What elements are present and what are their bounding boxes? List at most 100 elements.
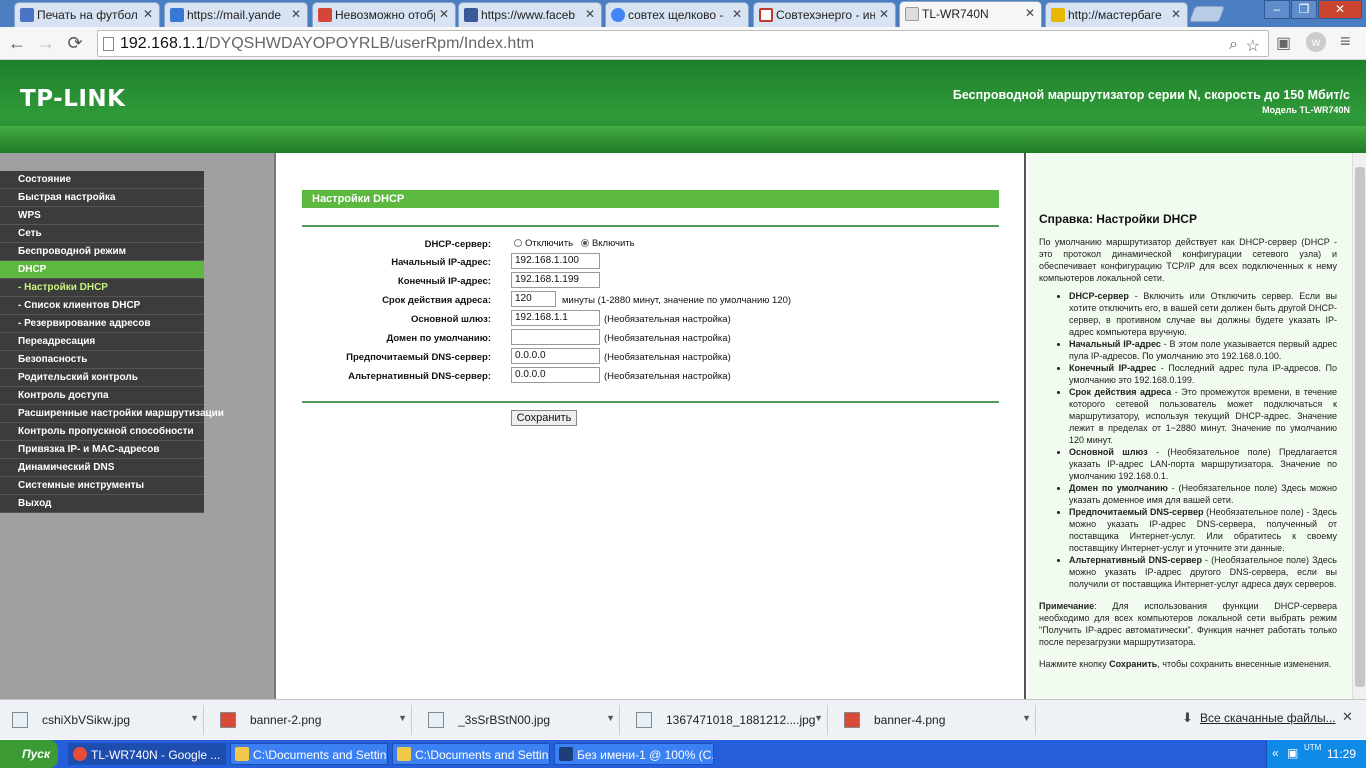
menu-item-16[interactable]: Динамический DNS xyxy=(0,459,204,477)
dns1-input[interactable]: 0.0.0.0 xyxy=(511,348,600,364)
help-item: Домен по умолчанию - (Необязательное пол… xyxy=(1069,482,1337,506)
help-item: Предпочитаемый DNS-сервер (Необязательно… xyxy=(1069,506,1337,554)
dns2-input[interactable]: 0.0.0.0 xyxy=(511,367,600,383)
radio-disable[interactable] xyxy=(514,239,522,248)
menu-item-18[interactable]: Выход xyxy=(0,495,204,513)
system-tray: « ▣ UTM 11:29 xyxy=(1266,740,1366,768)
browser-tab-8[interactable]: http://мастербаге ✕ xyxy=(1045,2,1188,27)
taskbar-item-folder-2[interactable]: C:\Documents and Settin... xyxy=(392,743,550,765)
taskbar-item-folder-1[interactable]: C:\Documents and Settin... xyxy=(230,743,388,765)
browser-tab-1[interactable]: Печать на футбол ✕ xyxy=(14,2,160,27)
menu-item-3[interactable]: Сеть xyxy=(0,225,204,243)
help-save-post: , чтобы сохранить внесенные изменения. xyxy=(1157,659,1332,669)
star-bookmark-icon[interactable]: ☆ xyxy=(1246,36,1260,56)
tab-close-icon[interactable]: ✕ xyxy=(585,7,595,21)
menu-item-2[interactable]: WPS xyxy=(0,207,204,225)
menu-item-11[interactable]: Родительский контроль xyxy=(0,369,204,387)
new-tab-button[interactable] xyxy=(1189,6,1225,22)
chevron-down-icon[interactable]: ▼ xyxy=(398,713,407,723)
tab-close-icon[interactable]: ✕ xyxy=(732,7,742,21)
reload-icon[interactable]: ⟳ xyxy=(64,32,86,54)
menu-item-10[interactable]: Безопасность xyxy=(0,351,204,369)
tab-close-icon[interactable]: ✕ xyxy=(1025,6,1035,20)
help-item: Конечный IP-адрес - Последний адрес пула… xyxy=(1069,362,1337,386)
help-list: DHCP-сервер - Включить или Отключить сер… xyxy=(1069,290,1337,590)
close-icon[interactable]: ✕ xyxy=(1342,709,1353,725)
chevron-down-icon[interactable]: ▼ xyxy=(1022,713,1031,723)
all-downloads-link[interactable]: Все скачанные файлы... xyxy=(1200,711,1336,725)
tab-favicon-icon xyxy=(759,8,773,22)
back-arrow-icon[interactable]: ← xyxy=(6,32,28,54)
help-item: Начальный IP-адрес - В этом поле указыва… xyxy=(1069,338,1337,362)
tab-close-icon[interactable]: ✕ xyxy=(291,7,301,21)
browser-tab-7-active[interactable]: TL-WR740N ✕ xyxy=(899,1,1042,27)
taskbar-item-chrome[interactable]: TL-WR740N - Google ... xyxy=(68,743,226,765)
tab-favicon-icon xyxy=(611,8,625,22)
browser-tab-4[interactable]: https://www.faceb ✕ xyxy=(458,2,602,27)
save-button[interactable]: Сохранить xyxy=(511,410,577,426)
header-stripe xyxy=(0,126,1366,153)
browser-tab-3[interactable]: Невозможно отобр ✕ xyxy=(312,2,456,27)
tab-close-icon[interactable]: ✕ xyxy=(143,7,153,21)
optional-note: (Необязательная настройка) xyxy=(604,371,731,382)
forward-arrow-icon[interactable]: → xyxy=(35,32,57,54)
tab-close-icon[interactable]: ✕ xyxy=(1171,7,1181,21)
chevron-down-icon[interactable]: ▼ xyxy=(606,713,615,723)
menu-item-6[interactable]: - Настройки DHCP xyxy=(0,279,204,297)
gateway-input[interactable]: 192.168.1.1 xyxy=(511,310,600,326)
menu-item-15[interactable]: Привязка IP- и MAC-адресов xyxy=(0,441,204,459)
download-item-1[interactable]: cshiXbVSikw.jpg ▼ xyxy=(4,705,204,735)
divider-bottom xyxy=(302,401,999,403)
browser-tab-2[interactable]: https://mail.yande ✕ xyxy=(164,2,308,27)
folder-icon xyxy=(397,747,411,761)
taskbar-item-photoshop[interactable]: Без имени-1 @ 100% (С... xyxy=(554,743,714,765)
start-button[interactable]: Пуск xyxy=(0,740,58,768)
menu-item-17[interactable]: Системные инструменты xyxy=(0,477,204,495)
help-intro: По умолчанию маршрутизатор действует как… xyxy=(1039,237,1337,283)
help-save-term: Сохранить xyxy=(1109,659,1158,669)
extension-icon[interactable]: ▣ xyxy=(1276,33,1291,53)
menu-item-12[interactable]: Контроль доступа xyxy=(0,387,204,405)
download-item-3[interactable]: _3sSrBStN00.jpg ▼ xyxy=(420,705,620,735)
minimize-icon[interactable]: ‒ xyxy=(1264,0,1290,19)
browser-tab-6[interactable]: Совтехэнерго - ин ✕ xyxy=(753,2,896,27)
zoom-search-icon[interactable]: ⌕ xyxy=(1229,36,1238,54)
menu-item-9[interactable]: Переадресация xyxy=(0,333,204,351)
lease-input[interactable]: 120 xyxy=(511,291,556,307)
download-item-4[interactable]: 1367471018_1881212....jpg ▼ xyxy=(628,705,828,735)
main-menu: Состояние Быстрая настройка WPS Сеть Беспров… xyxy=(0,171,224,513)
chevron-down-icon[interactable]: ▼ xyxy=(190,713,199,723)
menu-item-13[interactable]: Расширенные настройки маршрутизации xyxy=(0,405,224,423)
scrollbar-thumb[interactable] xyxy=(1355,167,1365,687)
tab-close-icon[interactable]: ✕ xyxy=(879,7,889,21)
help-item-term: Предпочитаемый DNS-сервер xyxy=(1069,507,1204,517)
close-window-icon[interactable]: ✕ xyxy=(1318,0,1362,19)
menu-item-8[interactable]: - Резервирование адресов xyxy=(0,315,204,333)
network-icon[interactable]: ▣ xyxy=(1287,746,1298,760)
menu-item-7[interactable]: - Список клиентов DHCP xyxy=(0,297,204,315)
menu-item-1[interactable]: Быстрая настройка xyxy=(0,189,204,207)
address-bar[interactable]: 192.168.1.1/DYQSHWDAYOPOYRLB/userRpm/Ind… xyxy=(97,30,1269,57)
menu-item-14[interactable]: Контроль пропускной способности xyxy=(0,423,204,441)
radio-enable[interactable] xyxy=(580,239,589,248)
download-item-2[interactable]: banner-2.png ▼ xyxy=(212,705,412,735)
tab-close-icon[interactable]: ✕ xyxy=(439,7,449,21)
help-scrollbar[interactable] xyxy=(1352,153,1366,699)
chevron-down-icon[interactable]: ▼ xyxy=(814,713,823,723)
domain-input[interactable] xyxy=(511,329,600,345)
menu-item-0[interactable]: Состояние xyxy=(0,171,204,189)
tab-favicon-icon xyxy=(1051,8,1065,22)
restore-icon[interactable]: ❐ xyxy=(1291,0,1317,19)
file-icon xyxy=(428,712,444,728)
user-avatar-icon[interactable]: w xyxy=(1306,32,1326,52)
menu-hamburger-icon[interactable]: ≡ xyxy=(1340,31,1351,52)
help-item: Срок действия адреса - Это промежуток вр… xyxy=(1069,386,1337,446)
menu-item-5[interactable]: DHCP xyxy=(0,261,204,279)
download-item-5[interactable]: banner-4.png ▼ xyxy=(836,705,1036,735)
file-icon xyxy=(12,712,28,728)
menu-item-4[interactable]: Беспроводной режим xyxy=(0,243,204,261)
end-ip-input[interactable]: 192.168.1.199 xyxy=(511,272,600,288)
tray-expand-icon[interactable]: « xyxy=(1272,746,1279,760)
start-ip-input[interactable]: 192.168.1.100 xyxy=(511,253,600,269)
browser-tab-5[interactable]: совтех щелково - ✕ xyxy=(605,2,749,27)
